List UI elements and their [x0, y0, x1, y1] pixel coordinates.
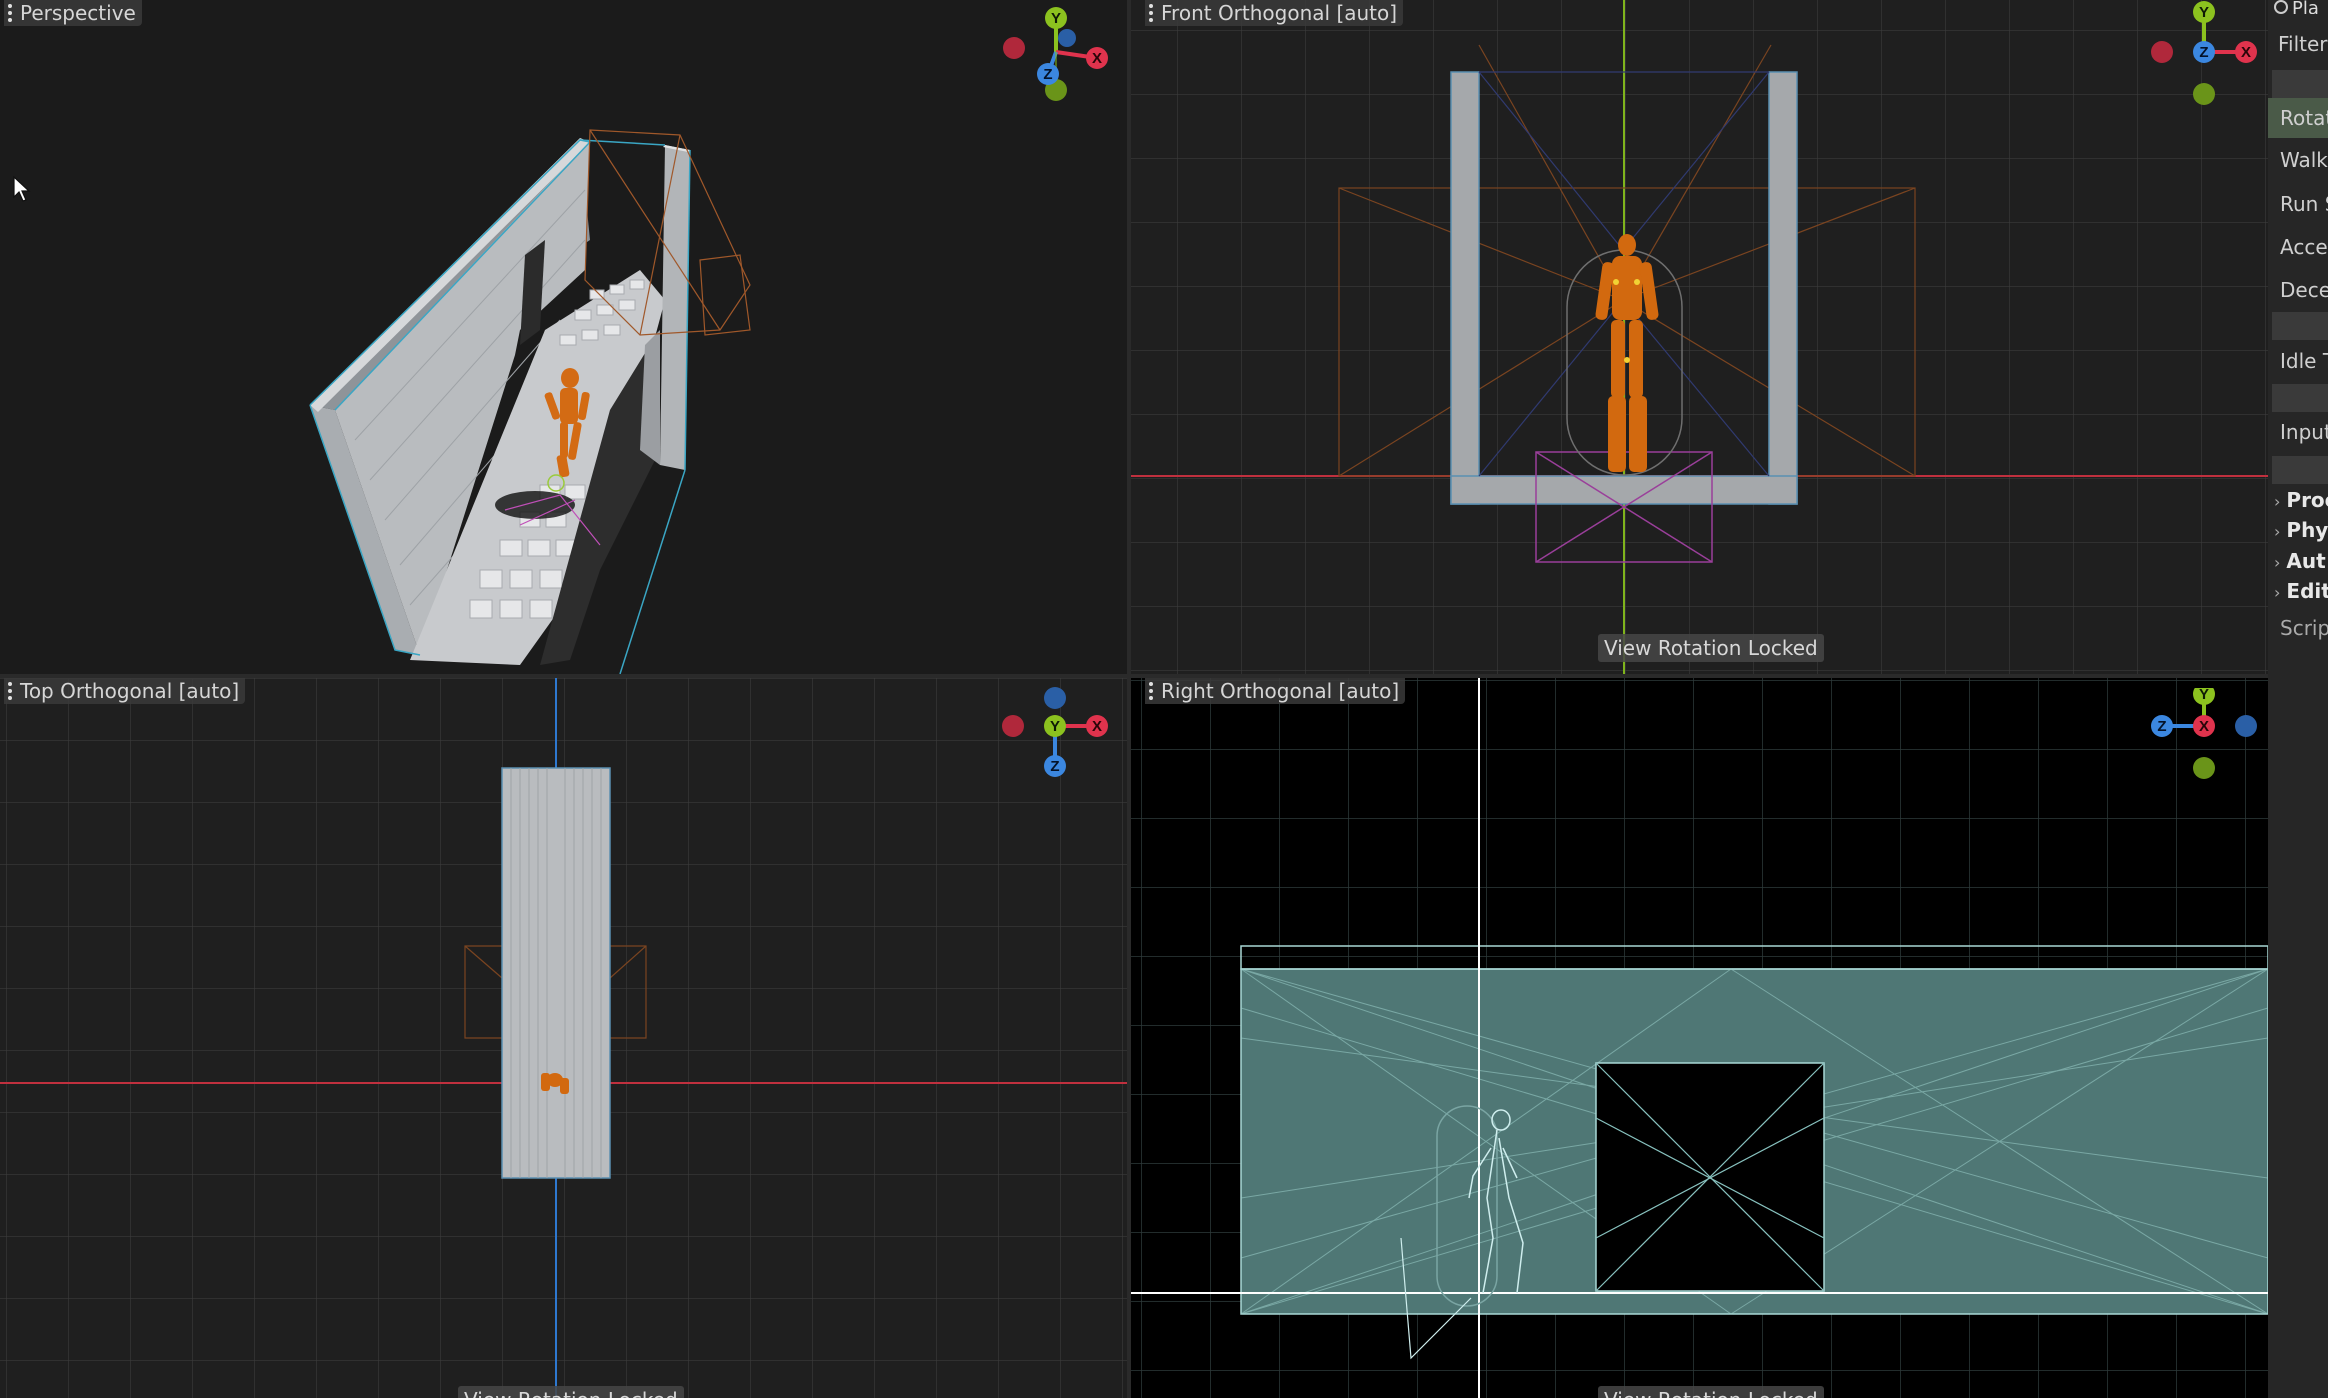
inspector-section-editor[interactable]: › Edit	[2268, 576, 2328, 606]
kebab-menu-icon	[8, 4, 12, 22]
gizmo-x-label: X	[2199, 718, 2209, 735]
orientation-gizmo-front[interactable]: Y X Z	[2142, 0, 2268, 110]
kebab-menu-icon	[8, 682, 12, 700]
inspector-header[interactable]: Pla	[2274, 0, 2319, 14]
gizmo-z-label: Z	[1050, 758, 1059, 775]
inspector-property-accel[interactable]: Accel	[2268, 227, 2328, 267]
gizmo-z-label: Z	[1043, 66, 1052, 83]
view-rotation-locked-badge: View Rotation Locked	[1598, 1386, 1824, 1398]
front-viewport[interactable]: Front Orthogonal [auto] View Rotation Lo…	[1131, 0, 2268, 674]
orientation-gizmo-right[interactable]: Y Z X	[2142, 688, 2268, 798]
inspector-filter-input[interactable]: Filter	[2268, 24, 2328, 64]
inspector-separator	[2272, 456, 2328, 484]
corridor-floor-top	[501, 767, 611, 1179]
gizmo-x-label: X	[1092, 50, 1102, 67]
view-rotation-locked-badge: View Rotation Locked	[1598, 634, 1824, 662]
chevron-right-icon: ›	[2274, 553, 2281, 572]
top-scene	[0, 678, 1127, 1398]
orientation-gizmo-perspective[interactable]: Y X Z	[996, 2, 1116, 102]
mouse-cursor-icon	[13, 175, 31, 202]
inspector-property-idle[interactable]: Idle T	[2268, 341, 2328, 381]
gizmo-y-label: Y	[2199, 4, 2209, 21]
viewport-splitter-vertical[interactable]	[1127, 0, 1131, 1398]
inspector-property-decel[interactable]: Dece	[2268, 270, 2328, 310]
viewport-menu-perspective[interactable]: Perspective	[4, 0, 142, 26]
viewport-label: Top Orthogonal [auto]	[20, 679, 240, 703]
viewport-label: Perspective	[20, 1, 136, 25]
viewport-menu-right[interactable]: Right Orthogonal [auto]	[1145, 678, 1406, 704]
front-scene	[1131, 0, 2268, 674]
gizmo-y-label: Y	[1050, 718, 1060, 735]
viewport-label: Front Orthogonal [auto]	[1161, 1, 1398, 25]
kebab-menu-icon	[1149, 4, 1153, 22]
view-rotation-locked-badge: View Rotation Locked	[458, 1386, 684, 1398]
top-viewport[interactable]: Top Orthogonal [auto] View Rotation Lock…	[0, 678, 1127, 1398]
inspector-property-walk[interactable]: Walk	[2268, 140, 2328, 180]
chevron-right-icon: ›	[2274, 522, 2281, 541]
viewport-menu-top[interactable]: Top Orthogonal [auto]	[4, 678, 246, 704]
inspector-separator	[2272, 312, 2328, 340]
perspective-scene	[309, 129, 751, 674]
inspector-panel: Pla Filter Rotat Walk Run S Accel Dece I…	[2268, 0, 2328, 1398]
viewport-label: Right Orthogonal [auto]	[1161, 679, 1400, 703]
viewport-menu-front[interactable]: Front Orthogonal [auto]	[1145, 0, 1404, 26]
gizmo-z-label: Z	[2199, 44, 2208, 61]
inspector-separator	[2272, 70, 2328, 98]
right-scene	[1131, 678, 2268, 1398]
gizmo-y-label: Y	[1051, 10, 1061, 27]
inspector-separator	[2272, 384, 2328, 412]
inspector-section-physics[interactable]: › Phy	[2268, 515, 2328, 545]
inspector-section-auto[interactable]: › Aut	[2268, 546, 2328, 576]
inspector-script-row[interactable]: Scrip	[2268, 608, 2328, 648]
orientation-gizmo-top[interactable]: Y X Z	[993, 686, 1119, 796]
viewport-splitter-horizontal[interactable]	[0, 674, 2268, 678]
inspector-property-input[interactable]: Input	[2268, 412, 2328, 452]
kebab-menu-icon	[1149, 682, 1153, 700]
chevron-right-icon: ›	[2274, 492, 2281, 511]
inspector-section-process[interactable]: ›Proc	[2268, 485, 2328, 515]
inspector-property-rotation[interactable]: Rotat	[2268, 98, 2328, 138]
gizmo-x-label: X	[2241, 44, 2251, 61]
node-radio-icon	[2274, 0, 2288, 14]
perspective-viewport[interactable]: Perspective Y X Z	[0, 0, 1127, 674]
gizmo-y-label: Y	[2199, 688, 2209, 703]
gizmo-z-label: Z	[2157, 718, 2166, 735]
inspector-property-run[interactable]: Run S	[2268, 184, 2328, 224]
chevron-right-icon: ›	[2274, 583, 2281, 602]
right-viewport[interactable]: Right Orthogonal [auto] View Rotation Lo…	[1131, 678, 2268, 1398]
gizmo-x-label: X	[1092, 718, 1102, 735]
